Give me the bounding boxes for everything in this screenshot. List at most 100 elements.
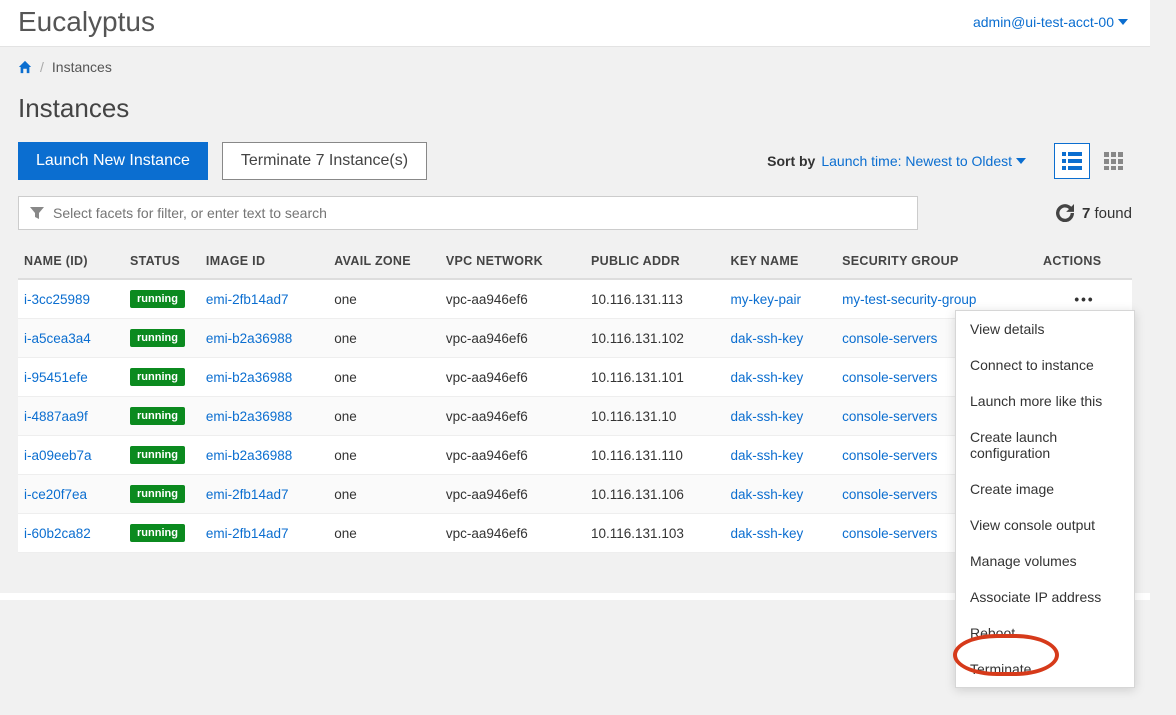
security-group-link[interactable]: console-servers bbox=[842, 331, 937, 346]
col-status[interactable]: STATUS bbox=[124, 244, 200, 279]
instance-id-link[interactable]: i-ce20f7ea bbox=[24, 487, 87, 502]
search-input[interactable] bbox=[53, 205, 907, 221]
sort-dropdown[interactable]: Launch time: Newest to Oldest bbox=[821, 153, 1026, 169]
security-group-link[interactable]: console-servers bbox=[842, 526, 937, 541]
instance-id-link[interactable]: i-3cc25989 bbox=[24, 292, 90, 307]
instance-id-link[interactable]: i-95451efe bbox=[24, 370, 88, 385]
row-actions-button[interactable]: ••• bbox=[1074, 292, 1094, 307]
col-name[interactable]: NAME (ID) bbox=[18, 244, 124, 279]
security-group-link[interactable]: console-servers bbox=[842, 487, 937, 502]
ip-cell: 10.116.131.110 bbox=[585, 436, 725, 475]
instance-id-link[interactable]: i-4887aa9f bbox=[24, 409, 88, 424]
menu-item-launch-more-like-this[interactable]: Launch more like this bbox=[956, 383, 1134, 419]
key-name-link[interactable]: dak-ssh-key bbox=[731, 448, 804, 463]
search-box[interactable] bbox=[18, 196, 918, 230]
zone-cell: one bbox=[328, 279, 440, 319]
menu-item-reboot[interactable]: Reboot bbox=[956, 615, 1134, 651]
status-badge: running bbox=[130, 290, 185, 308]
security-group-link[interactable]: console-servers bbox=[842, 409, 937, 424]
col-actions: ACTIONS bbox=[1037, 244, 1132, 279]
found-suffix: found bbox=[1094, 205, 1132, 222]
menu-item-connect-to-instance[interactable]: Connect to instance bbox=[956, 347, 1134, 383]
col-ip[interactable]: PUBLIC ADDR bbox=[585, 244, 725, 279]
search-row: 7 found bbox=[18, 196, 1132, 230]
instance-id-link[interactable]: i-a09eeb7a bbox=[24, 448, 92, 463]
sort-label: Sort by bbox=[767, 153, 815, 169]
menu-item-create-image[interactable]: Create image bbox=[956, 471, 1134, 507]
image-id-link[interactable]: emi-b2a36988 bbox=[206, 370, 292, 385]
menu-item-view-details[interactable]: View details bbox=[956, 311, 1134, 347]
page-title: Instances bbox=[18, 93, 1132, 124]
key-name-link[interactable]: dak-ssh-key bbox=[731, 526, 804, 541]
status-badge: running bbox=[130, 446, 185, 464]
filter-icon bbox=[29, 205, 45, 221]
vpc-cell: vpc-aa946ef6 bbox=[440, 475, 585, 514]
ip-cell: 10.116.131.106 bbox=[585, 475, 725, 514]
security-group-link[interactable]: console-servers bbox=[842, 370, 937, 385]
found-count: 7 bbox=[1082, 205, 1090, 222]
zone-cell: one bbox=[328, 436, 440, 475]
key-name-link[interactable]: dak-ssh-key bbox=[731, 331, 804, 346]
chevron-down-icon bbox=[1118, 17, 1128, 27]
instance-id-link[interactable]: i-60b2ca82 bbox=[24, 526, 91, 541]
terminate-instances-button[interactable]: Terminate 7 Instance(s) bbox=[222, 142, 427, 180]
image-id-link[interactable]: emi-b2a36988 bbox=[206, 331, 292, 346]
col-zone[interactable]: AVAIL ZONE bbox=[328, 244, 440, 279]
col-image[interactable]: IMAGE ID bbox=[200, 244, 328, 279]
menu-item-view-console-output[interactable]: View console output bbox=[956, 507, 1134, 543]
status-badge: running bbox=[130, 524, 185, 542]
brand-logo: Eucalyptus bbox=[18, 6, 155, 38]
vpc-cell: vpc-aa946ef6 bbox=[440, 319, 585, 358]
key-name-link[interactable]: dak-ssh-key bbox=[731, 487, 804, 502]
table-header-row: NAME (ID) STATUS IMAGE ID AVAIL ZONE VPC… bbox=[18, 244, 1132, 279]
vpc-cell: vpc-aa946ef6 bbox=[440, 279, 585, 319]
topbar: Eucalyptus admin@ui-test-acct-00 bbox=[0, 0, 1150, 47]
zone-cell: one bbox=[328, 514, 440, 553]
home-icon[interactable] bbox=[18, 60, 32, 74]
menu-item-create-launch-configuration[interactable]: Create launch configuration bbox=[956, 419, 1134, 471]
menu-item-manage-volumes[interactable]: Manage volumes bbox=[956, 543, 1134, 579]
image-id-link[interactable]: emi-2fb14ad7 bbox=[206, 292, 289, 307]
instance-id-link[interactable]: i-a5cea3a4 bbox=[24, 331, 91, 346]
actions-menu: View detailsConnect to instanceLaunch mo… bbox=[955, 310, 1135, 688]
zone-cell: one bbox=[328, 358, 440, 397]
image-id-link[interactable]: emi-b2a36988 bbox=[206, 448, 292, 463]
ip-cell: 10.116.131.102 bbox=[585, 319, 725, 358]
view-toggle bbox=[1054, 143, 1132, 179]
grid-view-button[interactable] bbox=[1096, 143, 1132, 179]
menu-item-associate-ip-address[interactable]: Associate IP address bbox=[956, 579, 1134, 615]
col-key[interactable]: KEY NAME bbox=[725, 244, 837, 279]
breadcrumb-current: Instances bbox=[52, 59, 112, 75]
refresh-icon[interactable] bbox=[1056, 204, 1074, 222]
security-group-link[interactable]: my-test-security-group bbox=[842, 292, 976, 307]
menu-item-terminate[interactable]: Terminate bbox=[956, 651, 1134, 687]
zone-cell: one bbox=[328, 475, 440, 514]
vpc-cell: vpc-aa946ef6 bbox=[440, 514, 585, 553]
toolbar: Launch New Instance Terminate 7 Instance… bbox=[18, 142, 1132, 180]
zone-cell: one bbox=[328, 397, 440, 436]
security-group-link[interactable]: console-servers bbox=[842, 448, 937, 463]
key-name-link[interactable]: dak-ssh-key bbox=[731, 409, 804, 424]
launch-instance-button[interactable]: Launch New Instance bbox=[18, 142, 208, 180]
ip-cell: 10.116.131.101 bbox=[585, 358, 725, 397]
col-sg[interactable]: SECURITY GROUP bbox=[836, 244, 1037, 279]
image-id-link[interactable]: emi-b2a36988 bbox=[206, 409, 292, 424]
list-view-button[interactable] bbox=[1054, 143, 1090, 179]
ip-cell: 10.116.131.10 bbox=[585, 397, 725, 436]
key-name-link[interactable]: my-key-pair bbox=[731, 292, 802, 307]
status-badge: running bbox=[130, 407, 185, 425]
ip-cell: 10.116.131.113 bbox=[585, 279, 725, 319]
sort-value: Launch time: Newest to Oldest bbox=[821, 153, 1012, 169]
list-icon bbox=[1062, 152, 1082, 170]
user-label: admin@ui-test-acct-00 bbox=[973, 14, 1114, 30]
ip-cell: 10.116.131.103 bbox=[585, 514, 725, 553]
vpc-cell: vpc-aa946ef6 bbox=[440, 397, 585, 436]
status-badge: running bbox=[130, 329, 185, 347]
grid-icon bbox=[1104, 152, 1124, 170]
col-vpc[interactable]: VPC NETWORK bbox=[440, 244, 585, 279]
user-menu[interactable]: admin@ui-test-acct-00 bbox=[973, 14, 1128, 30]
status-badge: running bbox=[130, 368, 185, 386]
image-id-link[interactable]: emi-2fb14ad7 bbox=[206, 526, 289, 541]
key-name-link[interactable]: dak-ssh-key bbox=[731, 370, 804, 385]
image-id-link[interactable]: emi-2fb14ad7 bbox=[206, 487, 289, 502]
